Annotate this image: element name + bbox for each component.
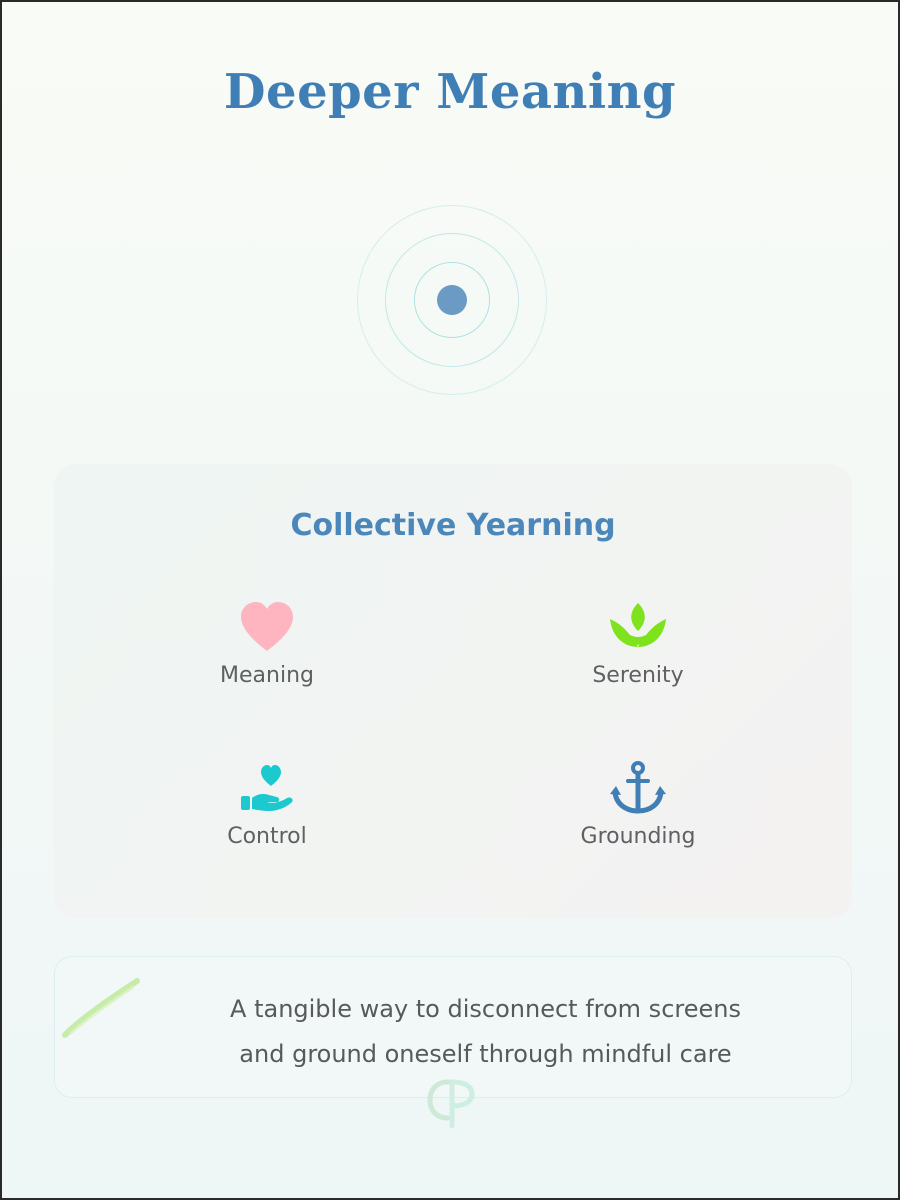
collective-yearning-card: Collective Yearning Meaning Serenity Con… (54, 464, 852, 918)
brush-stroke-icon (62, 978, 140, 1038)
value-label-serenity: Serenity (592, 663, 684, 688)
value-label-control: Control (227, 824, 307, 849)
hand-holding-heart-icon (241, 765, 293, 811)
tagline-text: A tangible way to disconnect from screen… (150, 987, 821, 1077)
value-item-control: Control (167, 760, 367, 849)
pulse-indicator (357, 205, 547, 395)
value-item-serenity: Serenity (538, 599, 738, 688)
tagline-line-2: and ground oneself through mindful care (239, 1040, 732, 1068)
anchor-icon (610, 761, 666, 814)
value-item-meaning: Meaning (167, 599, 367, 688)
page-title: Deeper Meaning (223, 64, 677, 120)
lotus-icon (610, 603, 666, 647)
pulse-dot (437, 285, 467, 315)
value-label-grounding: Grounding (580, 824, 696, 849)
card-title: Collective Yearning (290, 508, 616, 543)
logo-icon (427, 1079, 475, 1128)
heart-icon (241, 602, 293, 651)
value-label-meaning: Meaning (220, 663, 314, 688)
value-item-grounding: Grounding (538, 760, 738, 849)
tagline-line-1: A tangible way to disconnect from screen… (230, 995, 741, 1023)
